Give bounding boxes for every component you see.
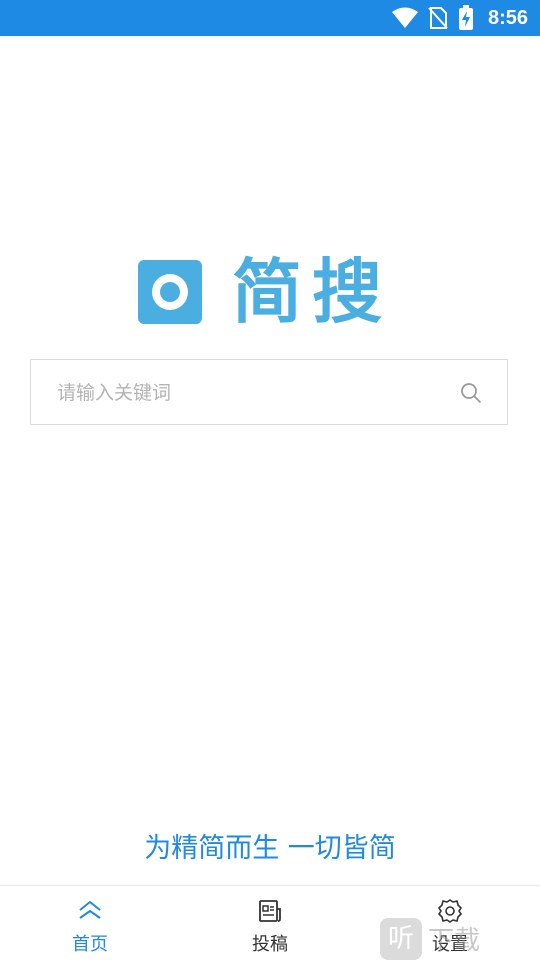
tab-home-label: 首页 (72, 934, 108, 955)
tab-home[interactable]: 首页 (0, 886, 180, 961)
tab-submit-label: 投稿 (252, 934, 288, 955)
logo-mark-icon (138, 260, 202, 324)
status-bar: 8:56 (0, 0, 540, 36)
app-logo: 简搜 (138, 256, 400, 328)
search-box (30, 359, 508, 426)
battery-charging-icon (458, 5, 473, 30)
watermark-badge: 听 (380, 918, 422, 960)
watermark-text: 下载 (428, 926, 481, 956)
watermark: 听 下载 (380, 916, 540, 960)
search-input[interactable] (55, 360, 459, 426)
tab-submit[interactable]: 投稿 (180, 886, 360, 961)
status-icons: 8:56 (391, 0, 528, 36)
wifi-icon (391, 7, 418, 28)
document-icon (259, 900, 281, 922)
clock-time: 8:56 (487, 6, 528, 29)
slogan-text: 为精简而生 一切皆简 (144, 833, 396, 864)
search-icon[interactable] (459, 381, 483, 405)
home-icon (79, 901, 101, 919)
no-sim-icon (428, 7, 448, 29)
logo-text: 简搜 (232, 251, 392, 333)
